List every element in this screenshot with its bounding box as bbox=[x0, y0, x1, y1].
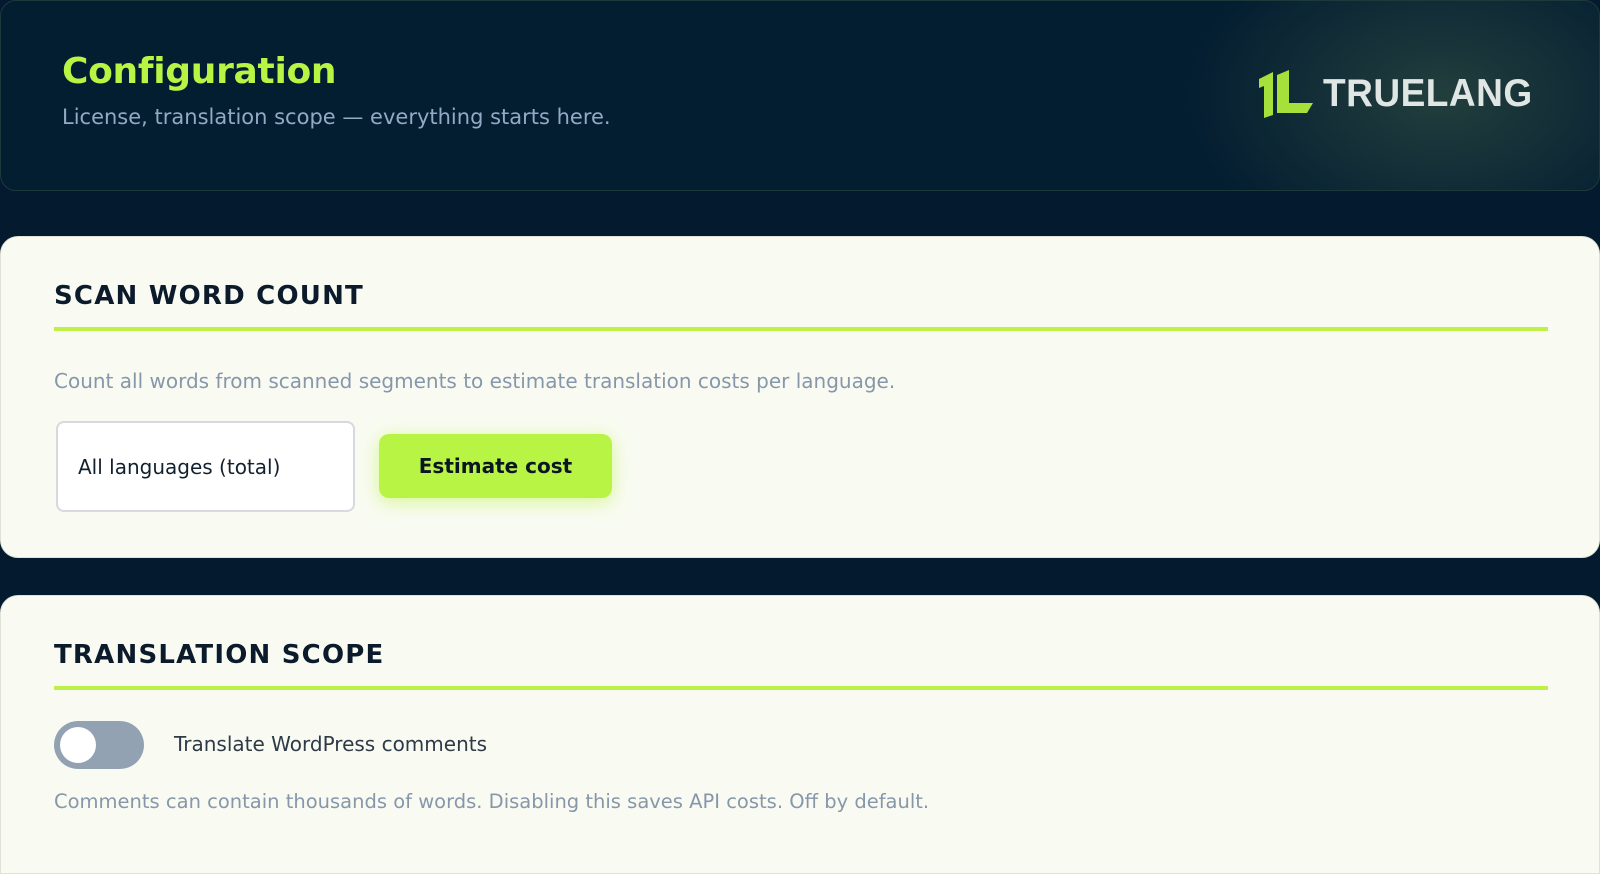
page-title: Configuration bbox=[62, 51, 337, 92]
section-divider bbox=[54, 327, 1548, 331]
scan-word-count-card: SCAN WORD COUNT Count all words from sca… bbox=[0, 236, 1600, 558]
section-title-word-count: SCAN WORD COUNT bbox=[54, 281, 364, 311]
translation-scope-description: Comments can contain thousands of words.… bbox=[54, 790, 930, 813]
language-select[interactable]: All languages (total) bbox=[56, 421, 355, 512]
section-divider bbox=[54, 686, 1548, 690]
estimate-cost-button[interactable]: Estimate cost bbox=[379, 434, 612, 498]
language-select-value: All languages (total) bbox=[78, 454, 281, 479]
toggle-knob bbox=[60, 727, 96, 763]
word-count-description: Count all words from scanned segments to… bbox=[54, 369, 896, 393]
brand-name: TRUELANG bbox=[1323, 72, 1533, 115]
page-subtitle: License, translation scope — everything … bbox=[62, 105, 611, 129]
section-title-translation-scope: TRANSLATION SCOPE bbox=[54, 640, 385, 670]
translate-comments-label[interactable]: Translate WordPress comments bbox=[174, 732, 487, 756]
brand-logo: TRUELANG bbox=[1257, 69, 1544, 119]
translate-comments-toggle[interactable] bbox=[54, 721, 144, 769]
translation-scope-card: TRANSLATION SCOPE Translate WordPress co… bbox=[0, 595, 1600, 874]
page-header: Configuration License, translation scope… bbox=[0, 0, 1600, 191]
truelang-logo-icon bbox=[1259, 70, 1313, 118]
